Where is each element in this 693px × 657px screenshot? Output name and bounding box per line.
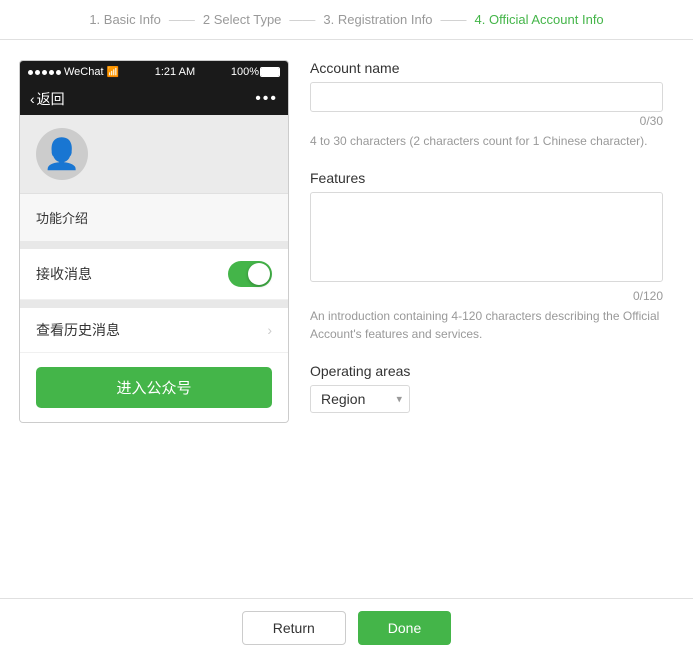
signal-dots xyxy=(28,70,61,75)
return-button[interactable]: Return xyxy=(242,611,346,645)
battery-rect xyxy=(260,67,280,77)
region-select[interactable]: Region xyxy=(310,385,410,413)
phone-section-divider-2 xyxy=(20,300,288,308)
nav-back[interactable]: ‹ 返回 xyxy=(30,89,65,109)
avatar: 👤 xyxy=(36,128,88,180)
features-group: Features 0/120 An introduction containin… xyxy=(310,170,663,343)
carrier-label: WeChat xyxy=(64,66,104,78)
done-button[interactable]: Done xyxy=(358,611,451,645)
account-name-input[interactable] xyxy=(310,82,663,112)
phone-nav: ‹ 返回 ••• xyxy=(20,83,288,115)
phone-btn-area: 进入公众号 xyxy=(20,353,288,422)
battery-percent: 100% xyxy=(231,66,259,78)
features-char-count: 0/120 xyxy=(310,289,663,303)
account-name-label: Account name xyxy=(310,60,663,76)
features-label: Features xyxy=(310,170,663,186)
step-3: 3. Registration Info xyxy=(323,12,432,27)
phone-status-bar: WeChat 📶 1:21 AM 100% xyxy=(20,61,288,83)
step-divider-1: —— xyxy=(169,12,195,27)
battery-fill xyxy=(261,68,279,76)
main-content: WeChat 📶 1:21 AM 100% ‹ 返回 ••• xyxy=(0,40,693,453)
view-history-label: 查看历史消息 xyxy=(36,320,120,340)
time-display: 1:21 AM xyxy=(155,66,195,78)
phone-section-divider xyxy=(20,241,288,249)
feature-intro-label: 功能介绍 xyxy=(36,211,88,226)
signal-dot-2 xyxy=(35,70,40,75)
receive-messages-toggle[interactable] xyxy=(228,261,272,287)
form-panel: Account name 0/30 4 to 30 characters (2 … xyxy=(290,60,693,433)
operating-areas-group: Operating areas Region ▾ xyxy=(310,363,663,413)
account-name-hint: 4 to 30 characters (2 characters count f… xyxy=(310,132,663,150)
phone-feature-intro: 功能介绍 xyxy=(20,193,288,241)
features-hint: An introduction containing 4-120 charact… xyxy=(310,307,663,343)
toggle-thumb xyxy=(248,263,270,285)
battery-indicator: 100% xyxy=(231,66,280,78)
step-divider-3: —— xyxy=(441,12,467,27)
signal-dot-4 xyxy=(49,70,54,75)
back-chevron-icon: ‹ xyxy=(30,91,35,107)
footer: Return Done xyxy=(0,598,693,657)
step-divider-2: —— xyxy=(289,12,315,27)
signal-dot-1 xyxy=(28,70,33,75)
view-history-row[interactable]: 查看历史消息 › xyxy=(20,308,288,353)
step-indicator: 1. Basic Info —— 2 Select Type —— 3. Reg… xyxy=(0,0,693,40)
chevron-right-icon: › xyxy=(267,322,272,338)
back-label: 返回 xyxy=(37,89,65,109)
region-select-wrapper: Region ▾ xyxy=(310,385,410,413)
phone-avatar-area: 👤 xyxy=(20,115,288,193)
signal-dot-3 xyxy=(42,70,47,75)
account-name-group: Account name 0/30 4 to 30 characters (2 … xyxy=(310,60,663,150)
step-4: 4. Official Account Info xyxy=(475,12,604,27)
signal-dot-5 xyxy=(56,70,61,75)
operating-areas-label: Operating areas xyxy=(310,363,663,379)
receive-messages-label: 接收消息 xyxy=(36,264,92,284)
status-left: WeChat 📶 xyxy=(28,66,119,78)
phone-mockup: WeChat 📶 1:21 AM 100% ‹ 返回 ••• xyxy=(0,60,290,433)
wifi-icon: 📶 xyxy=(107,67,119,78)
account-name-char-count: 0/30 xyxy=(310,114,663,128)
features-textarea[interactable] xyxy=(310,192,663,282)
step-1: 1. Basic Info xyxy=(89,12,161,27)
enter-account-button[interactable]: 进入公众号 xyxy=(36,367,272,408)
receive-messages-row: 接收消息 xyxy=(20,249,288,300)
step-2: 2 Select Type xyxy=(203,12,282,27)
nav-more-icon[interactable]: ••• xyxy=(255,90,278,108)
phone-screen: WeChat 📶 1:21 AM 100% ‹ 返回 ••• xyxy=(19,60,289,423)
avatar-person-icon: 👤 xyxy=(43,137,80,172)
